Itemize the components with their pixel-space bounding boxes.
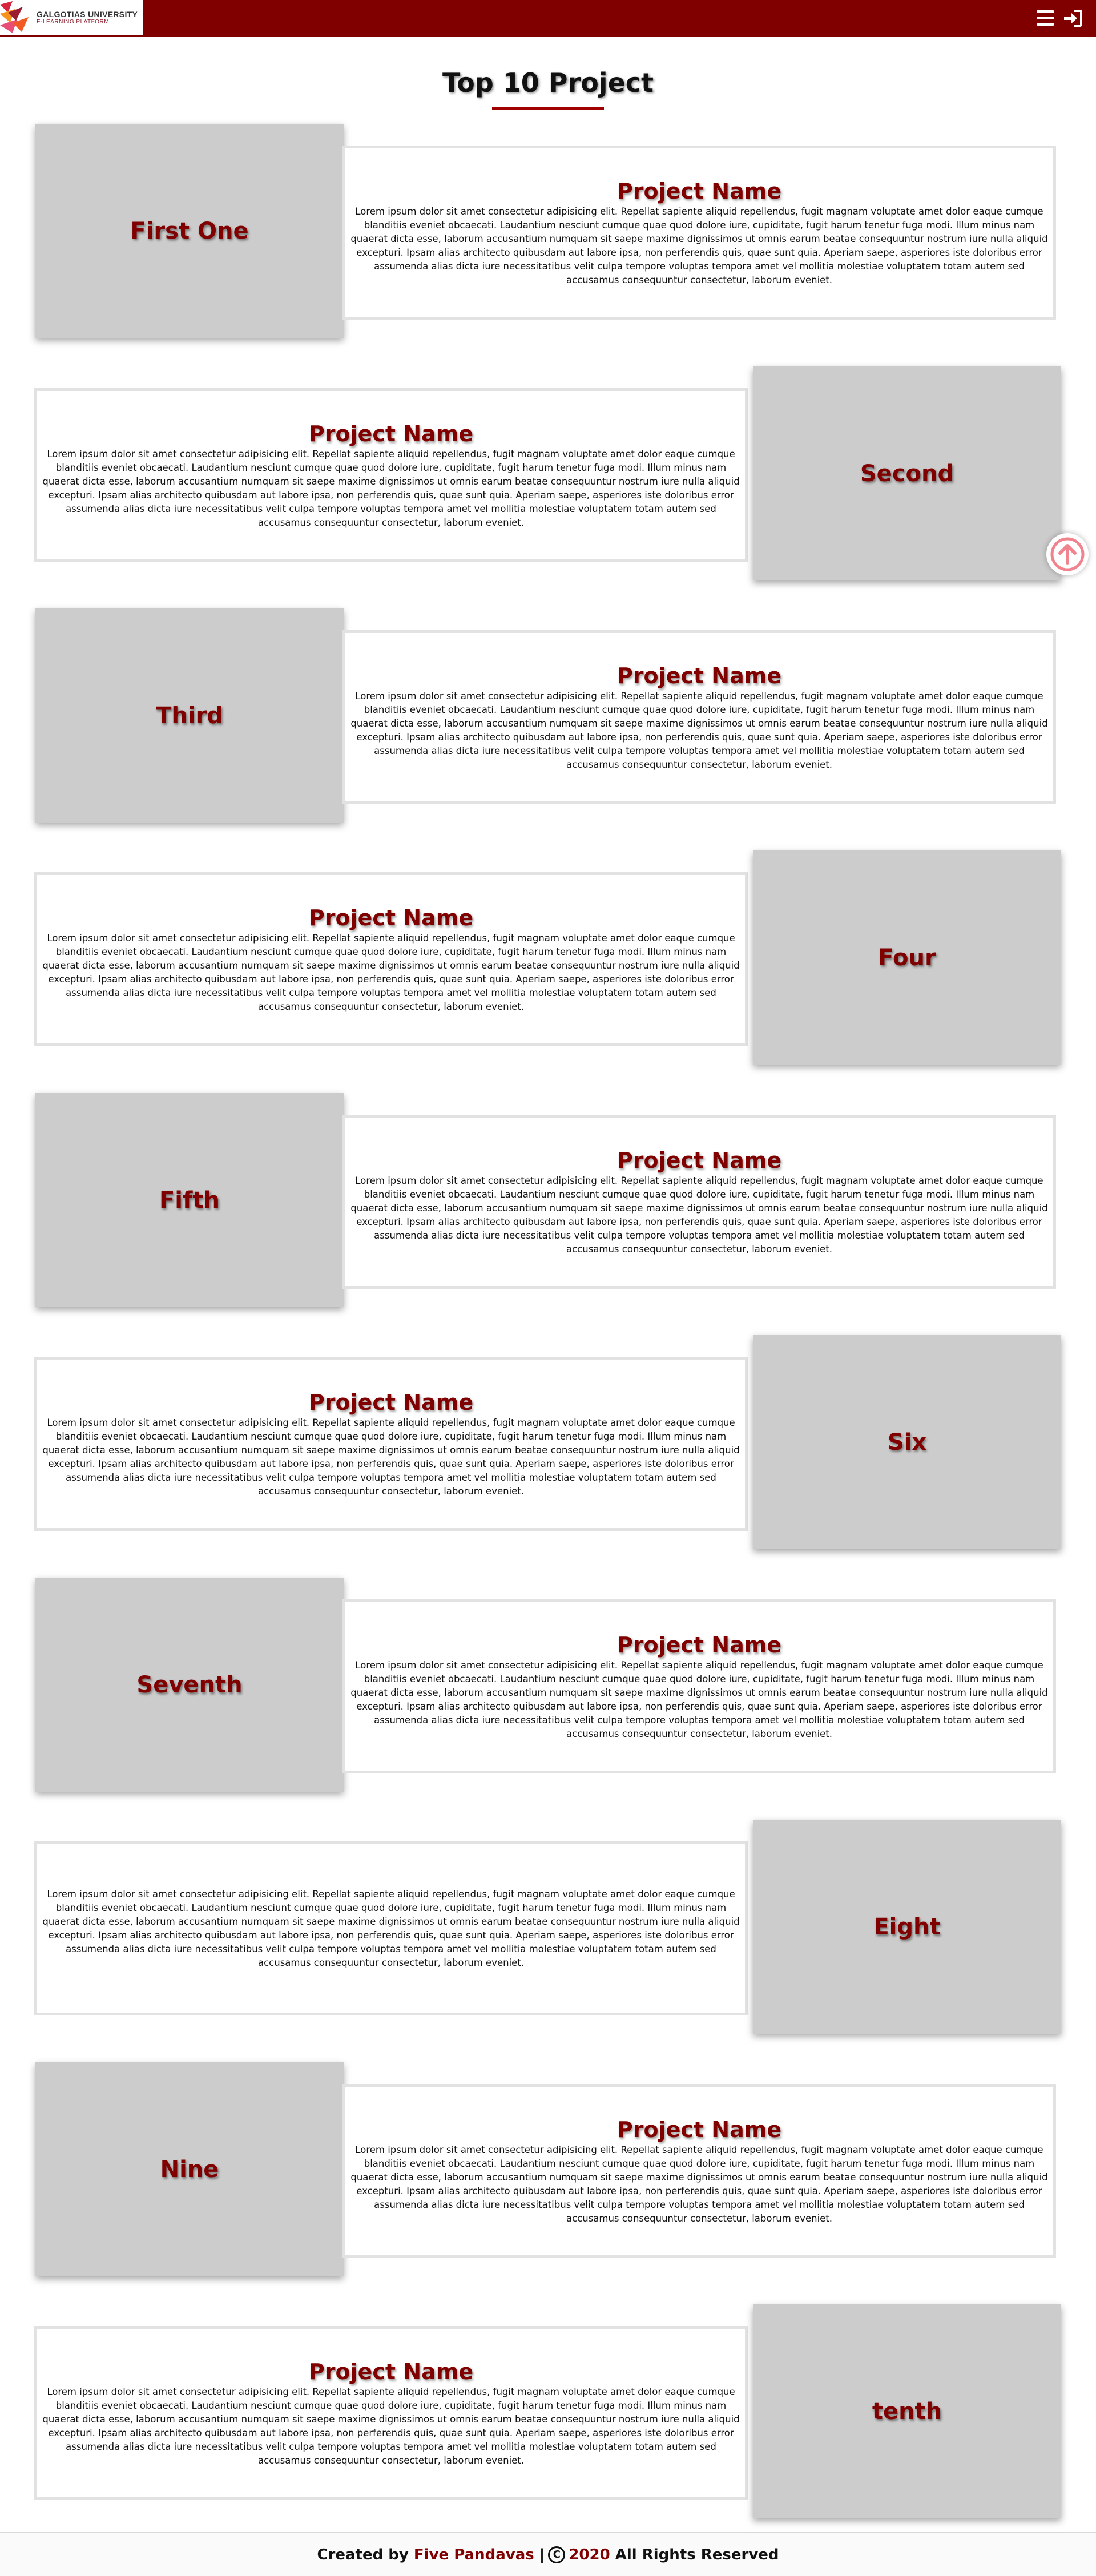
- top-navbar: GALGOTIAS UNIVERSITY E-LEARNING PLATFORM: [0, 0, 1096, 37]
- project-description: Lorem ipsum dolor sit amet consectetur a…: [350, 205, 1048, 285]
- project-name: Project Name: [616, 1147, 782, 1173]
- footer-prefix: Created by: [317, 2546, 409, 2563]
- project-image-label: Nine: [160, 2156, 219, 2183]
- page-title: Top 10 Project: [442, 67, 654, 98]
- project-image: Six: [753, 1335, 1061, 1549]
- project-image-label: Seventh: [136, 1671, 243, 1698]
- project-image-label: tenth: [872, 2398, 942, 2425]
- footer: Created by Five Pandavas | C 2020 All Ri…: [0, 2533, 1096, 2576]
- scroll-to-top-button[interactable]: [1046, 533, 1089, 575]
- project-description: Lorem ipsum dolor sit amet consectetur a…: [42, 448, 740, 528]
- project-info-box: Project Name Lorem ipsum dolor sit amet …: [34, 1357, 748, 1531]
- footer-separator: |: [539, 2546, 545, 2563]
- project-card-10: Project Name Lorem ipsum dolor sit amet …: [0, 2304, 1096, 2521]
- project-card-7: Seventh Project Name Lorem ipsum dolor s…: [0, 1578, 1096, 1795]
- project-image: Nine: [35, 2062, 344, 2276]
- project-description: Lorem ipsum dolor sit amet consectetur a…: [42, 1888, 740, 1968]
- footer-suffix: All Rights Reserved: [615, 2546, 779, 2563]
- footer-year: 2020: [569, 2546, 610, 2563]
- project-image-label: Eight: [873, 1913, 941, 1940]
- title-underline: [492, 107, 604, 110]
- logo-title: GALGOTIAS UNIVERSITY: [37, 9, 138, 19]
- project-description: Lorem ipsum dolor sit amet consectetur a…: [42, 932, 740, 1012]
- project-info-box: Project Name Lorem ipsum dolor sit amet …: [34, 872, 748, 1046]
- copyright-icon: C: [548, 2546, 566, 2563]
- project-info-box: Project Name Lorem ipsum dolor sit amet …: [342, 1599, 1056, 1773]
- project-card-5: Fifth Project Name Lorem ipsum dolor sit…: [0, 1093, 1096, 1310]
- project-image-label: Fifth: [159, 1187, 220, 1214]
- footer-team-name: Five Pandavas: [413, 2546, 534, 2563]
- project-image: tenth: [753, 2304, 1061, 2518]
- project-card-8: Lorem ipsum dolor sit amet consectetur a…: [0, 1820, 1096, 2037]
- project-card-1: First One Project Name Lorem ipsum dolor…: [0, 124, 1096, 341]
- project-name: Project Name: [308, 421, 474, 446]
- project-card-9: Nine Project Name Lorem ipsum dolor sit …: [0, 2062, 1096, 2279]
- logo-tagline: E-LEARNING PLATFORM: [37, 19, 110, 26]
- project-info-box: Project Name Lorem ipsum dolor sit amet …: [342, 630, 1056, 804]
- project-image: First One: [35, 124, 344, 338]
- project-name: Project Name: [616, 2117, 782, 2142]
- project-card-3: Third Project Name Lorem ipsum dolor sit…: [0, 608, 1096, 825]
- project-image-label: First One: [130, 217, 249, 244]
- project-info-box: Project Name Lorem ipsum dolor sit amet …: [34, 2326, 748, 2500]
- logo-emblem-icon: [0, 0, 34, 35]
- project-name: Project Name: [616, 1632, 782, 1658]
- project-info-box: Project Name Lorem ipsum dolor sit amet …: [34, 388, 748, 562]
- project-image-label: Four: [878, 944, 936, 971]
- project-description: Lorem ipsum dolor sit amet consectetur a…: [42, 2386, 740, 2466]
- project-info-box: Project Name Lorem ipsum dolor sit amet …: [342, 2084, 1056, 2258]
- project-card-6: Project Name Lorem ipsum dolor sit amet …: [0, 1335, 1096, 1552]
- project-image-label: Six: [887, 1429, 927, 1456]
- project-info-box: Lorem ipsum dolor sit amet consectetur a…: [34, 1841, 748, 2015]
- project-name: Project Name: [308, 905, 474, 930]
- project-description: Lorem ipsum dolor sit amet consectetur a…: [350, 1659, 1048, 1739]
- project-image: Seventh: [35, 1578, 344, 1792]
- project-name: Project Name: [308, 1389, 474, 1415]
- project-name: Project Name: [616, 178, 782, 204]
- project-info-box: Project Name Lorem ipsum dolor sit amet …: [342, 1115, 1056, 1289]
- project-description: Lorem ipsum dolor sit amet consectetur a…: [42, 1417, 740, 1497]
- project-description: Lorem ipsum dolor sit amet consectetur a…: [350, 1175, 1048, 1255]
- project-image: Second: [753, 366, 1061, 580]
- project-name: Project Name: [616, 663, 782, 688]
- arrow-up-circle-icon: [1050, 537, 1085, 571]
- project-image: Four: [753, 850, 1061, 1065]
- project-image-label: Second: [860, 460, 954, 487]
- project-description: Lorem ipsum dolor sit amet consectetur a…: [350, 690, 1048, 770]
- sign-in-icon[interactable]: [1063, 9, 1082, 27]
- project-image: Eight: [753, 1820, 1061, 2034]
- project-card-2: Project Name Lorem ipsum dolor sit amet …: [0, 366, 1096, 583]
- hamburger-menu-icon[interactable]: [1037, 10, 1054, 26]
- project-info-box: Project Name Lorem ipsum dolor sit amet …: [342, 146, 1056, 320]
- project-name: Project Name: [308, 2359, 474, 2384]
- project-image: Fifth: [35, 1093, 344, 1307]
- project-image-label: Third: [156, 702, 223, 729]
- project-image: Third: [35, 608, 344, 823]
- university-logo[interactable]: GALGOTIAS UNIVERSITY E-LEARNING PLATFORM: [0, 0, 143, 35]
- project-description: Lorem ipsum dolor sit amet consectetur a…: [350, 2144, 1048, 2224]
- project-card-4: Project Name Lorem ipsum dolor sit amet …: [0, 850, 1096, 1067]
